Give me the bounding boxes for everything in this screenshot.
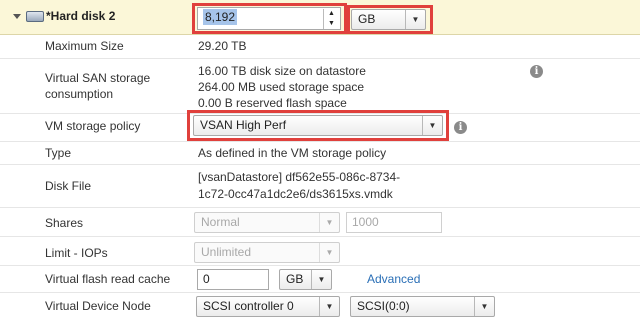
dropdown-arrow-icon: ▼ xyxy=(319,297,339,316)
hard-disk-icon xyxy=(26,11,44,22)
scsi-controller-select[interactable]: SCSI controller 0 ▼ xyxy=(196,296,340,317)
vsan-label-line2: consumption xyxy=(45,87,114,101)
type-label: Type xyxy=(45,146,72,160)
expand-triangle-icon[interactable] xyxy=(13,14,21,19)
dropdown-arrow-icon: ▼ xyxy=(319,213,339,232)
flash-cache-value: 0 xyxy=(203,272,210,286)
flash-cache-unit-select[interactable]: GB ▼ xyxy=(279,269,332,290)
scsi-slot-value: SCSI(0:0) xyxy=(357,299,410,313)
dropdown-arrow-icon: ▼ xyxy=(422,116,442,135)
storage-policy-label: VM storage policy xyxy=(45,119,141,133)
dropdown-arrow-icon: ▼ xyxy=(311,270,331,289)
limit-iops-label: Limit - IOPs xyxy=(45,246,108,260)
dropdown-arrow-icon: ▼ xyxy=(405,10,425,29)
vsan-used-space: 264.00 MB used storage space xyxy=(198,80,365,94)
limit-iops-select[interactable]: Unlimited ▼ xyxy=(194,242,340,263)
shares-select-value: Normal xyxy=(201,215,240,229)
limit-iops-value: Unlimited xyxy=(201,245,252,259)
vsan-disk-size: 16.00 TB disk size on datastore xyxy=(198,64,366,78)
storage-policy-select[interactable]: VSAN High Perf ▼ xyxy=(193,115,443,136)
shares-label: Shares xyxy=(45,216,84,230)
advanced-link[interactable]: Advanced xyxy=(367,272,420,286)
disk-size-unit-select[interactable]: GB ▼ xyxy=(351,9,426,30)
scsi-slot-select[interactable]: SCSI(0:0) ▼ xyxy=(350,296,495,317)
info-icon[interactable]: i xyxy=(454,121,467,134)
disk-size-value: 8,192 xyxy=(203,9,238,25)
dropdown-arrow-icon: ▼ xyxy=(319,243,339,262)
flash-cache-label: Virtual flash read cache xyxy=(45,272,171,286)
info-icon[interactable]: i xyxy=(530,65,543,78)
shares-value-input[interactable]: 1000 xyxy=(346,212,442,233)
storage-policy-value: VSAN High Perf xyxy=(200,118,287,132)
shares-value: 1000 xyxy=(352,215,379,229)
flash-cache-input[interactable]: 0 xyxy=(197,269,269,290)
max-size-label: Maximum Size xyxy=(45,39,124,53)
disk-size-unit-value: GB xyxy=(358,12,376,26)
scsi-controller-value: SCSI controller 0 xyxy=(203,299,294,313)
flash-cache-unit-value: GB xyxy=(286,272,304,286)
dropdown-arrow-icon: ▼ xyxy=(474,297,494,316)
max-size-value: 29.20 TB xyxy=(198,39,247,53)
disk-file-line1: [vsanDatastore] df562e55-086c-8734- xyxy=(198,170,401,184)
disk-file-label: Disk File xyxy=(45,179,92,193)
device-node-label: Virtual Device Node xyxy=(45,299,151,313)
hard-disk-title: *Hard disk 2 xyxy=(46,9,116,23)
vsan-reserved-flash: 0.00 B reserved flash space xyxy=(198,96,347,110)
shares-select[interactable]: Normal ▼ xyxy=(194,212,340,233)
disk-file-line2: 1c72-0cc47a1dc2e6/ds3615xs.vmdk xyxy=(198,187,393,201)
spin-down-icon[interactable]: ▼ xyxy=(323,19,339,29)
disk-size-input[interactable]: 8,192 ▲ ▼ xyxy=(197,7,341,30)
spin-up-icon[interactable]: ▲ xyxy=(323,9,339,19)
vsan-label-line1: Virtual SAN storage xyxy=(45,71,151,85)
type-value: As defined in the VM storage policy xyxy=(198,146,387,160)
